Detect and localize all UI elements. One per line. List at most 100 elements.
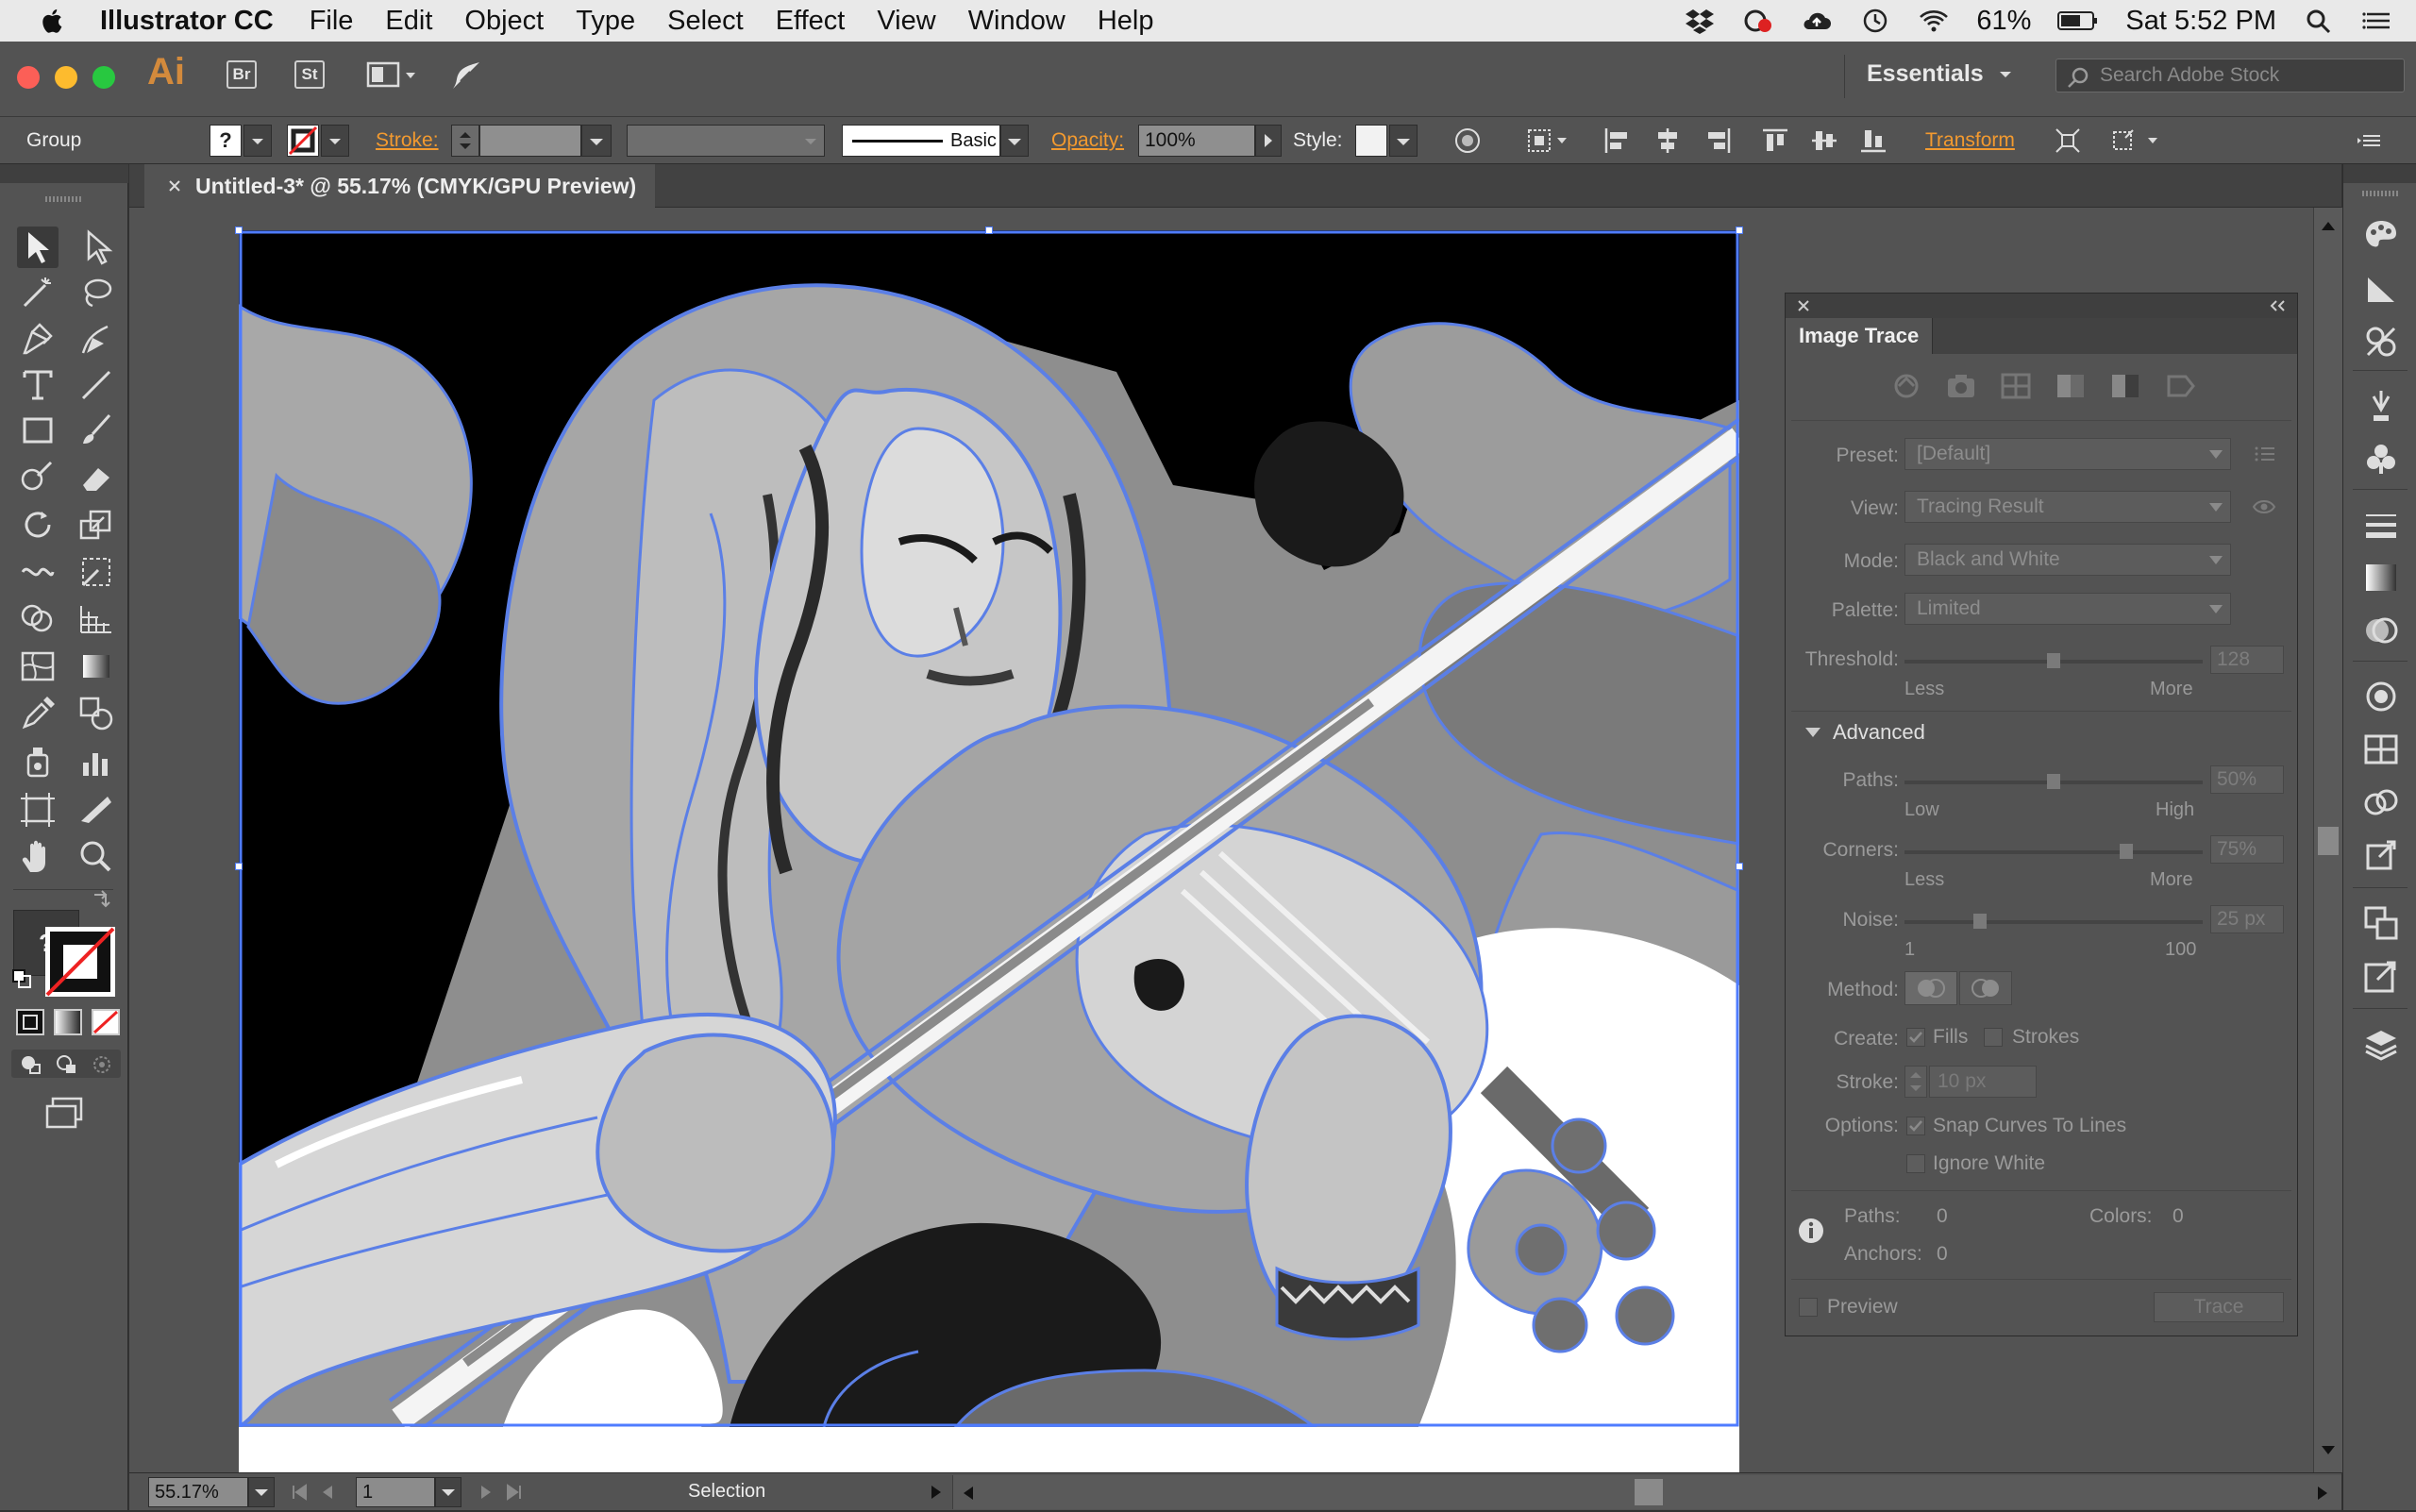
graphic-styles-icon[interactable] [2362, 731, 2400, 768]
swap-fill-stroke-icon[interactable] [91, 889, 113, 910]
vertical-scrollbar[interactable] [2313, 208, 2342, 1472]
current-tool-status[interactable]: Selection [688, 1481, 765, 1503]
curvature-tool-icon[interactable] [76, 319, 117, 361]
grayscale-preset-icon[interactable] [2054, 371, 2088, 401]
artboard-tool-icon[interactable] [17, 789, 59, 831]
variable-width-profile[interactable] [627, 125, 825, 157]
time-machine-icon[interactable] [1859, 7, 1891, 35]
palette-dropdown[interactable]: Limited [1904, 593, 2231, 625]
appearance-icon[interactable] [2362, 678, 2400, 715]
auto-color-preset-icon[interactable] [1889, 371, 1923, 401]
color-guide-icon[interactable] [2362, 270, 2400, 308]
eye-icon[interactable] [2252, 497, 2276, 516]
menu-help[interactable]: Help [1098, 6, 1154, 37]
horizontal-scrollbar[interactable] [952, 1475, 2341, 1509]
chevron-down-icon[interactable] [1999, 70, 2012, 79]
close-icon[interactable] [1797, 299, 1810, 312]
rectangle-tool-icon[interactable] [17, 410, 59, 451]
scroll-left-icon[interactable] [961, 1485, 976, 1502]
artboard-dropdown[interactable] [435, 1477, 461, 1507]
notification-center-icon[interactable] [2361, 7, 2393, 35]
fill-swatch[interactable]: ? [210, 125, 242, 157]
stroke-dropdown[interactable] [321, 125, 349, 157]
corners-slider-knob[interactable] [2120, 844, 2133, 859]
noise-input[interactable]: 25 px [2210, 905, 2284, 933]
scale-tool-icon[interactable] [76, 504, 117, 546]
opacity-label[interactable]: Opacity: [1051, 129, 1124, 152]
corners-slider[interactable] [1904, 844, 2203, 859]
scroll-up-icon[interactable] [2320, 219, 2337, 232]
menu-type[interactable]: Type [576, 6, 635, 37]
shape-builder-tool-icon[interactable] [17, 598, 59, 640]
high-color-preset-icon[interactable] [1944, 371, 1978, 401]
opacity-slider-button[interactable] [1255, 125, 1282, 157]
stock-button[interactable]: St [294, 60, 325, 89]
transform-options-icon[interactable] [2110, 126, 2163, 155]
width-tool-icon[interactable] [17, 551, 59, 593]
window-zoom-button[interactable] [92, 66, 115, 89]
mode-dropdown[interactable]: Black and White [1904, 544, 2231, 576]
low-color-preset-icon[interactable] [1999, 371, 2033, 401]
draw-behind-icon[interactable] [53, 1053, 81, 1076]
blend-tool-icon[interactable] [76, 693, 117, 734]
paintbrush-tool-icon[interactable] [76, 410, 117, 451]
ignore-white-checkbox[interactable] [1906, 1154, 1925, 1173]
zoom-tool-icon[interactable] [76, 836, 117, 878]
menu-app-name[interactable]: Illustrator CC [100, 6, 274, 37]
eyedropper-tool-icon[interactable] [17, 693, 59, 734]
rotate-tool-icon[interactable] [17, 504, 59, 546]
view-dropdown[interactable]: Tracing Result [1904, 491, 2231, 523]
screen-mode-icon[interactable] [45, 1097, 83, 1129]
pen-tool-icon[interactable] [17, 319, 59, 361]
black-and-white-preset-icon[interactable] [2108, 371, 2142, 401]
stroke-weight-dropdown[interactable] [581, 125, 612, 157]
scroll-down-icon[interactable] [2320, 1444, 2337, 1457]
brushes-icon[interactable] [2362, 387, 2400, 425]
align-vertical-center-icon[interactable] [1810, 126, 1838, 155]
battery-percent[interactable]: 61% [1976, 6, 2031, 37]
type-tool-icon[interactable] [17, 364, 59, 406]
zoom-level-input[interactable]: 55.17% [148, 1477, 248, 1507]
line-segment-tool-icon[interactable] [76, 364, 117, 406]
arrange-documents-icon[interactable] [366, 60, 419, 91]
bounding-handle[interactable] [985, 227, 993, 234]
align-to-selection-icon[interactable] [1525, 126, 1572, 155]
align-bottom-icon[interactable] [1859, 126, 1888, 155]
eraser-tool-icon[interactable] [76, 457, 117, 498]
threshold-slider-knob[interactable] [2047, 653, 2060, 668]
hand-tool-icon[interactable] [17, 836, 59, 878]
default-fill-stroke-icon[interactable] [11, 968, 32, 989]
none-mode-icon[interactable] [91, 1008, 121, 1036]
snap-curves-checkbox[interactable] [1906, 1117, 1925, 1135]
cloud-upload-icon[interactable] [1801, 7, 1833, 35]
abutting-method-button[interactable] [1904, 971, 1957, 1005]
brush-dropdown[interactable] [1000, 125, 1029, 157]
workspace-switcher[interactable]: Essentials [1867, 60, 1984, 88]
next-artboard-icon[interactable] [477, 1483, 495, 1502]
previous-artboard-icon[interactable] [318, 1483, 337, 1502]
traced-artwork[interactable] [239, 230, 1739, 1427]
stroke-width-input[interactable]: 10 px [1929, 1066, 2037, 1098]
menu-effect[interactable]: Effect [776, 6, 846, 37]
corners-input[interactable]: 75% [2210, 835, 2284, 864]
asset-export-icon[interactable] [2362, 836, 2400, 874]
spotlight-search-icon[interactable] [2303, 7, 2335, 35]
menu-window[interactable]: Window [968, 6, 1065, 37]
mesh-tool-icon[interactable] [17, 646, 59, 687]
window-minimize-button[interactable] [55, 66, 77, 89]
zoom-dropdown[interactable] [248, 1477, 275, 1507]
stroke-width-stepper[interactable] [1904, 1066, 1927, 1098]
panel-title-bar[interactable] [1786, 294, 2297, 318]
preset-menu-icon[interactable] [2254, 445, 2276, 463]
panel-grip[interactable] [2362, 191, 2400, 196]
panel-grip[interactable] [45, 196, 83, 202]
color-panel-icon[interactable] [2362, 217, 2400, 255]
gradient-panel-icon[interactable] [2362, 559, 2400, 596]
menu-file[interactable]: File [310, 6, 354, 37]
noise-slider-knob[interactable] [1973, 914, 1987, 929]
graphic-style-swatch[interactable] [1355, 125, 1387, 157]
paths-slider[interactable] [1904, 774, 2203, 789]
collapse-panel-icon[interactable] [2269, 299, 2288, 312]
disclosure-triangle-icon[interactable] [1804, 726, 1821, 739]
stroke-weight-stepper[interactable] [451, 125, 479, 157]
